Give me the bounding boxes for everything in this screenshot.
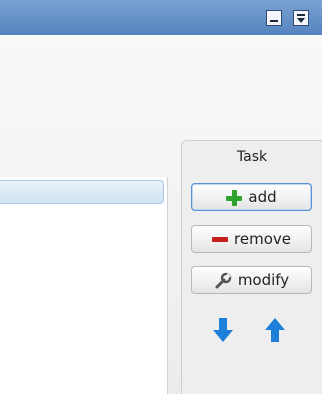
menu-dropdown-icon[interactable] <box>293 10 309 26</box>
task-panel: Task add remove modify <box>181 140 322 394</box>
add-button[interactable]: add <box>191 183 312 211</box>
remove-button[interactable]: remove <box>191 225 312 253</box>
list-panel[interactable] <box>0 177 168 394</box>
plus-icon <box>226 189 243 206</box>
main-area: Task add remove modify <box>0 35 322 394</box>
minus-icon <box>212 237 229 242</box>
remove-button-label: remove <box>234 230 291 248</box>
title-bar <box>0 0 322 35</box>
wrench-icon <box>214 272 232 290</box>
modify-button[interactable]: modify <box>191 266 312 294</box>
list-header <box>0 180 164 204</box>
minimize-icon[interactable] <box>266 10 282 26</box>
modify-button-label: modify <box>237 271 290 289</box>
arrow-up-icon[interactable] <box>264 316 286 344</box>
arrow-down-icon[interactable] <box>212 316 234 344</box>
task-panel-title: Task <box>236 149 268 165</box>
add-button-label: add <box>248 188 277 206</box>
